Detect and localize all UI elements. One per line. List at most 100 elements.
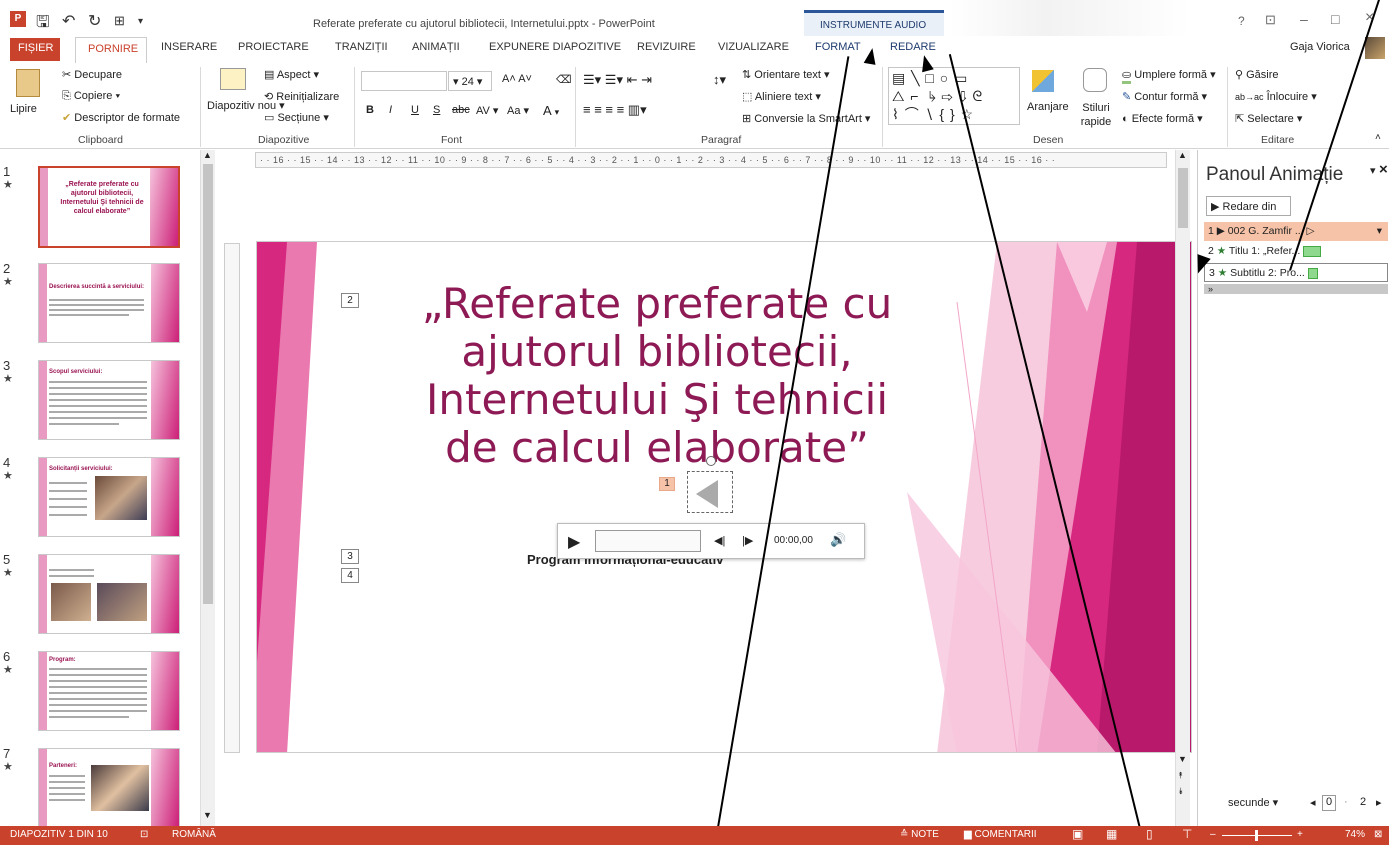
- audio-player[interactable]: ▶ ◀| |▶ 00:00,00 🔊: [557, 523, 865, 559]
- quick-styles-icon[interactable]: [1083, 68, 1107, 92]
- slide-thumb-2[interactable]: Descrierea succintă a serviciului:: [38, 263, 180, 343]
- maximize-icon[interactable]: □: [1331, 11, 1339, 27]
- seconds-dropdown[interactable]: secunde ▾: [1228, 796, 1278, 809]
- scroll-up-icon[interactable]: ▲: [203, 150, 212, 160]
- section-button[interactable]: ▭ Secțiune ▾: [264, 111, 329, 124]
- zoom-level[interactable]: 74%: [1345, 829, 1365, 840]
- forward-icon[interactable]: |▶: [742, 534, 753, 547]
- back-icon[interactable]: ◀|: [714, 534, 725, 547]
- tab-playback[interactable]: REDARE: [890, 41, 936, 53]
- char-spacing-button[interactable]: AV ▾: [476, 104, 498, 117]
- audio-progress-bar[interactable]: [595, 530, 701, 552]
- avatar[interactable]: [1365, 37, 1385, 59]
- scroll-thumb[interactable]: [1178, 168, 1188, 228]
- strikethrough-button[interactable]: abc: [452, 104, 470, 116]
- slide-thumb-6[interactable]: Program:: [38, 651, 180, 731]
- anim-pane-menu-icon[interactable]: ▾: [1370, 164, 1376, 177]
- anim-tag-3[interactable]: 3: [341, 549, 359, 564]
- shape-outline-button[interactable]: ✎ Contur formă ▾: [1122, 90, 1207, 103]
- bold-button[interactable]: B: [366, 104, 374, 116]
- slide-thumb-7[interactable]: Parteneri:: [38, 748, 180, 828]
- volume-icon[interactable]: 🔊: [830, 532, 846, 548]
- paste-button[interactable]: Lipire: [10, 103, 37, 115]
- minimize-icon[interactable]: –: [1300, 11, 1308, 27]
- font-grow-button[interactable]: A˄ A˅: [502, 73, 532, 85]
- timeline-control[interactable]: ◂ 0 · 2 ▸: [1310, 794, 1386, 812]
- line-spacing-button[interactable]: ↕▾: [713, 72, 726, 88]
- slide-title[interactable]: „Referate preferate cu ajutorul bibliote…: [377, 280, 937, 472]
- format-painter-button[interactable]: ✔ Descriptor de formate: [62, 111, 180, 124]
- next-slide-icon[interactable]: ⯯: [1178, 786, 1183, 797]
- slide-thumb-5[interactable]: [38, 554, 180, 634]
- slideshow-view-icon[interactable]: ⊤: [1182, 827, 1192, 841]
- anim-tag-1[interactable]: 1: [659, 477, 675, 491]
- comments-button[interactable]: ▆ COMENTARII: [964, 829, 1037, 840]
- collapse-ribbon-icon[interactable]: ˄: [1375, 132, 1381, 143]
- bullets-button[interactable]: ☰▾ ☰▾ ⇤ ⇥: [583, 72, 652, 88]
- clear-format-icon[interactable]: ⌫: [556, 73, 572, 86]
- zoom-in-icon[interactable]: +: [1297, 829, 1303, 840]
- redo-icon[interactable]: ↻: [88, 11, 101, 31]
- zoom-out-icon[interactable]: –: [1210, 829, 1216, 840]
- anim-tag-2[interactable]: 2: [341, 293, 359, 308]
- tab-format[interactable]: FORMAT: [815, 41, 861, 53]
- reset-button[interactable]: ⟲ Reinițializare: [264, 90, 339, 103]
- undo-icon[interactable]: ↶: [62, 11, 75, 31]
- font-color-button[interactable]: A ▾: [543, 103, 559, 118]
- tab-slideshow[interactable]: EXPUNERE DIAPOZITIVE: [489, 41, 621, 53]
- cut-button[interactable]: ✂ Decupare: [62, 68, 122, 81]
- align-text-button[interactable]: ⬚ Aliniere text ▾: [742, 90, 821, 103]
- anim-item-3[interactable]: 3 ★ Subtitlu 2: Pro...: [1204, 263, 1388, 282]
- italic-button[interactable]: I: [389, 104, 392, 116]
- copy-button[interactable]: ⎘ Copiere ▾: [62, 90, 120, 103]
- scroll-up-icon[interactable]: ▲: [1178, 150, 1187, 160]
- paste-icon[interactable]: [16, 69, 40, 97]
- text-direction-button[interactable]: ⇅ Orientare text ▾: [742, 68, 830, 81]
- customize-toolbar-icon[interactable]: ▾: [138, 16, 143, 27]
- tab-animations[interactable]: ANIMAȚII: [412, 41, 460, 53]
- save-icon[interactable]: 🖫: [36, 11, 50, 38]
- language-status[interactable]: ROMÂNĂ: [172, 829, 216, 840]
- audio-icon[interactable]: [687, 456, 733, 513]
- arrange-icon[interactable]: [1032, 70, 1054, 92]
- help-icon[interactable]: ?: [1238, 14, 1245, 28]
- shadow-button[interactable]: S: [433, 104, 440, 116]
- tab-file[interactable]: FIȘIER: [10, 38, 60, 61]
- close-pane-icon[interactable]: ×: [1379, 161, 1388, 178]
- layout-button[interactable]: ▤ Aspect ▾: [264, 68, 319, 81]
- start-slideshow-icon[interactable]: ⊞: [114, 13, 125, 29]
- prev-slide-icon[interactable]: ⯭: [1178, 770, 1183, 781]
- rotate-handle[interactable]: [706, 456, 716, 466]
- smartart-button[interactable]: ⊞ Conversie la SmartArt ▾: [742, 112, 870, 125]
- scroll-thumb[interactable]: [203, 164, 213, 604]
- play-icon[interactable]: ▶: [568, 532, 580, 552]
- anim-tag-4[interactable]: 4: [341, 568, 359, 583]
- tab-home[interactable]: PORNIRE: [75, 37, 147, 63]
- reading-view-icon[interactable]: ▯: [1146, 827, 1153, 841]
- replace-button[interactable]: ab→ac Înlocuire ▾: [1235, 90, 1317, 103]
- change-case-button[interactable]: Aa ▾: [507, 104, 529, 117]
- anim-item-1[interactable]: 1 ▶ 002 G. Zamfir ... ▷ ▾: [1204, 222, 1388, 241]
- new-slide-icon[interactable]: [220, 68, 246, 90]
- ribbon-options-icon[interactable]: ⊡: [1265, 12, 1276, 28]
- normal-view-icon[interactable]: ▣: [1072, 827, 1083, 841]
- tab-insert[interactable]: INSERARE: [161, 41, 217, 53]
- tab-design[interactable]: PROIECTARE: [238, 41, 309, 53]
- align-buttons[interactable]: ≡ ≡ ≡ ≡ ▥▾: [583, 102, 647, 118]
- slide-thumb-3[interactable]: Scopul serviciului:: [38, 360, 180, 440]
- tab-view[interactable]: VIZUALIZARE: [718, 41, 789, 53]
- play-from-button[interactable]: ▶ Redare din: [1206, 196, 1291, 216]
- fit-slide-icon[interactable]: ⊠: [1374, 829, 1382, 840]
- tab-review[interactable]: REVIZUIRE: [637, 41, 696, 53]
- scroll-down-icon[interactable]: ▼: [203, 810, 212, 820]
- tab-transitions[interactable]: TRANZIȚII: [335, 41, 388, 53]
- notes-button[interactable]: ≙ NOTE: [900, 829, 939, 840]
- slide-scrollbar[interactable]: ▲ ▼ ⯭ ⯯: [1175, 150, 1190, 826]
- font-size-input[interactable]: ▾ 24 ▾: [448, 71, 492, 91]
- sorter-view-icon[interactable]: ▦: [1106, 827, 1117, 841]
- find-button[interactable]: ⚲ Găsire: [1235, 68, 1279, 81]
- user-name[interactable]: Gaja Viorica: [1290, 41, 1350, 53]
- arrange-button[interactable]: Aranjare: [1027, 101, 1069, 113]
- slide-canvas[interactable]: „Referate preferate cu ajutorul bibliote…: [256, 241, 1192, 753]
- shape-effects-button[interactable]: ◐ Efecte formă ▾: [1122, 112, 1203, 125]
